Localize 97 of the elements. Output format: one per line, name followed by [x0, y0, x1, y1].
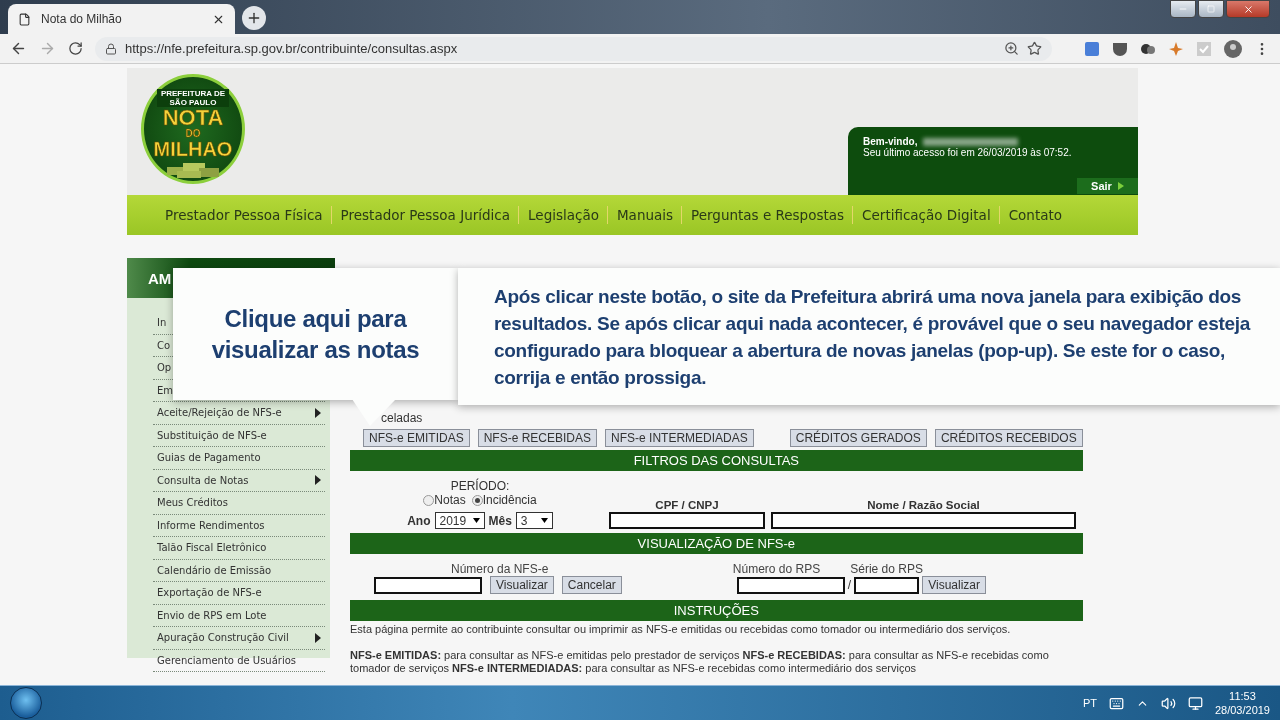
sidebar-item[interactable]: Consulta de Notas [153, 474, 249, 486]
volume-icon[interactable] [1160, 695, 1176, 711]
nav-link[interactable]: Certificação Digital [862, 206, 1000, 224]
clock-time: 11:53 [1229, 689, 1256, 703]
nav-link[interactable]: Contato [1008, 206, 1071, 224]
zoom-icon[interactable] [1004, 41, 1019, 56]
language-indicator[interactable]: PT [1082, 697, 1097, 709]
sidebar-title: AM [148, 269, 172, 287]
close-icon [1242, 3, 1254, 15]
lock-icon [105, 42, 117, 55]
radio-option[interactable]: Incidência [471, 493, 537, 507]
view-button[interactable]: Visualizar [490, 576, 554, 594]
callout-text: Clique aqui para visualizar as notas [210, 304, 421, 365]
nav-link[interactable]: Prestador Pessoa Física [165, 206, 332, 224]
bookmark-icon[interactable] [1027, 41, 1042, 56]
maximize-button[interactable] [1198, 0, 1224, 18]
sidebar-item[interactable]: Exportação de NFS-e [153, 587, 262, 599]
logout-button[interactable]: Sair [1077, 178, 1138, 194]
maximize-icon [1207, 5, 1215, 13]
radio-option[interactable]: Notas [423, 493, 466, 507]
minimize-button[interactable] [1170, 0, 1196, 18]
browser-tab[interactable]: Nota do Milhão [8, 4, 235, 34]
sidebar-item[interactable]: Op [153, 362, 172, 374]
field-label: CPF / CNPJ [655, 499, 719, 511]
sidebar-item[interactable]: Gerenciamento de Usuários [153, 654, 297, 666]
network-icon[interactable] [1187, 695, 1203, 711]
sidebar-item[interactable]: Calendário de Emissão [153, 564, 272, 576]
sidebar-item[interactable]: Meus Créditos [153, 497, 228, 509]
logo[interactable]: PREFEITURA DE SÃO PAULO NOTA DO MILHAO [141, 74, 245, 184]
reload-icon[interactable] [68, 41, 83, 56]
checkbox-icon[interactable] [1196, 40, 1212, 57]
callout-text: Após clicar neste botão, o site da Prefeitura abrirá uma nova janela para exibição dos resultados. Se após clicar aqui nada acontecer, é provável que o seu navegador esteja configurado para bloquear a abertura de novas janelas (pop-up). Se este for o caso, corrija e então prossiga. [494, 284, 1250, 390]
separator-text: / [847, 578, 852, 592]
nav-link[interactable]: Prestador Pessoa Jurídica [340, 206, 520, 224]
sidebar-item[interactable]: Substituição de NFS-e [153, 429, 267, 441]
period-label: PERÍODO: [450, 479, 510, 493]
query-button[interactable]: NFS-e INTERMEDIADAS [605, 429, 754, 447]
plus-icon [246, 10, 262, 26]
new-tab-button[interactable] [242, 6, 266, 30]
year-label: Ano [407, 513, 431, 528]
sidebar-item[interactable]: Aceite/Rejeição de NFS-e [153, 407, 282, 419]
back-icon[interactable] [10, 40, 27, 57]
view-button[interactable]: Visualizar [922, 576, 986, 594]
nav-link[interactable]: Manuais [616, 206, 683, 224]
field-label: Número da NFS-e [451, 562, 550, 576]
caret-icon [472, 518, 480, 523]
sidebar-item[interactable]: Envio de RPS em Lote [153, 609, 267, 621]
query-button[interactable]: NFS-e RECEBIDAS [477, 429, 598, 447]
rps-number-field[interactable] [736, 576, 845, 594]
welcome-text: Bem-vindo, [863, 136, 918, 147]
logo-caption: PREFEITURA DE SÃO PAULO [157, 89, 229, 107]
field-label: Nome / Razão Social [867, 499, 980, 511]
month-select[interactable]: 3 [515, 512, 553, 529]
last-access-text: Seu último acesso foi em 26/03/2019 às 07:52. [863, 147, 1073, 158]
logo-text: MILHAO [153, 139, 233, 159]
shield-icon[interactable] [1112, 40, 1128, 57]
avatar-icon[interactable] [1224, 39, 1242, 58]
nav-link[interactable]: Perguntas e Respostas [691, 206, 854, 224]
sidebar-item[interactable]: Guias de Pagamento [153, 452, 261, 464]
sidebar-item[interactable]: Em [153, 384, 174, 396]
url-text: https://nfe.prefeitura.sp.gov.br/contribuinte/consultas.aspx [125, 41, 459, 56]
sidebar-item[interactable]: Co [153, 339, 171, 351]
section-header: VISUALIZAÇÃO DE NFS-e [350, 533, 1083, 554]
cpf-field[interactable] [609, 512, 765, 529]
keyboard-icon[interactable] [1108, 695, 1124, 711]
document-icon [18, 12, 31, 26]
logo-text: DO [185, 129, 201, 139]
credit-button[interactable]: CRÉDITOS RECEBIDOS [934, 429, 1083, 447]
logo-text: NOTA [162, 107, 224, 129]
nav-link[interactable]: Legislação [528, 206, 608, 224]
option-label: celadas [381, 411, 424, 425]
sidebar-item[interactable]: Informe Rendimentos [153, 519, 265, 531]
square-icon[interactable] [1084, 40, 1100, 57]
clock-date: 28/03/2019 [1214, 703, 1270, 717]
instructions-text: NFS-e EMITIDAS: para consultar as NFS-e emitidas pelo prestador de serviços NFS-e RECEBIDAS: para consultar as NFS-e recebidas como tomador de serviços NFS-e INTERMEDIADAS: para consultar as NFS-e recebidas como intermediário dos serviços [350, 649, 1050, 675]
arrow-icon [1117, 182, 1124, 190]
name-field[interactable] [771, 512, 1076, 529]
start-button[interactable] [10, 687, 42, 719]
sidebar-item[interactable]: In [153, 317, 167, 329]
query-button[interactable]: NFS-e EMITIDAS [363, 429, 470, 447]
cancel-button[interactable]: Cancelar [561, 576, 622, 594]
section-header: FILTROS DAS CONSULTAS [350, 450, 1083, 471]
nfse-number-field[interactable] [374, 576, 482, 594]
credit-button[interactable]: CRÉDITOS GERADOS [789, 429, 927, 447]
section-header: INSTRUÇÕES [350, 600, 1083, 621]
sidebar-item[interactable]: Apuração Construção Civil [153, 632, 289, 644]
field-label: Série do RPS [850, 562, 923, 576]
sidebar-item[interactable]: Talão Fiscal Eletrônico [153, 542, 267, 554]
instructions-text: Esta página permite ao contribuinte consultar ou imprimir as NFS-e emitidas ou recebidas como tomador ou intermediário dos serviços. [350, 623, 1012, 636]
month-label: Mês [488, 513, 512, 528]
caret-icon [540, 518, 548, 523]
rps-series-field[interactable] [854, 576, 920, 594]
field-label: Número do RPS [732, 562, 821, 576]
address-field[interactable]: https://nfe.prefeitura.sp.gov.br/contribuinte/consultas.aspx [95, 36, 1052, 61]
tab-title: Nota do Milhão [41, 12, 123, 26]
sparkle-icon[interactable] [1168, 40, 1184, 57]
year-select[interactable]: 2019 [434, 512, 485, 529]
